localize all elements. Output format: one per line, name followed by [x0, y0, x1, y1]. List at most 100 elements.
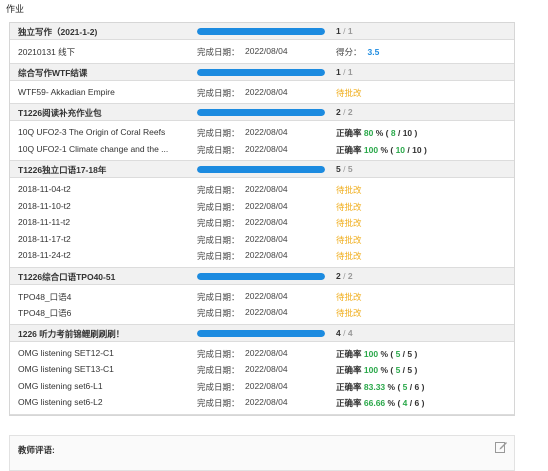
progress-total: 1: [347, 66, 353, 77]
group-title: 综合写作WTF结课: [18, 67, 88, 78]
accuracy: 正确率 66.66 % ( 4 / 6 ): [336, 398, 425, 408]
homework-row[interactable]: TPO48_口语6 完成日期： 2022/08/04 待批改: [10, 304, 514, 321]
group-title: 1226 听力考前锦鲤刷刷刷！: [18, 328, 125, 339]
date-label: 完成日期：: [197, 308, 240, 318]
date-value: 2022/08/04: [245, 347, 288, 358]
homework-row[interactable]: WTF59- Akkadian Empire 完成日期： 2022/08/04 …: [10, 84, 514, 101]
group-header[interactable]: T1226综合口语TPO40-51 2 / 2: [10, 267, 514, 285]
homework-row[interactable]: OMG listening set6-L1 完成日期： 2022/08/04 正…: [10, 378, 514, 395]
date-label: 完成日期：: [197, 185, 240, 195]
date-value: 2022/08/04: [245, 86, 288, 97]
date-value: 2022/08/04: [245, 380, 288, 391]
homework-name-link[interactable]: 2018-11-10-t2: [18, 201, 190, 211]
page-title: 作业: [6, 4, 25, 14]
group-header[interactable]: T1226阅读补充作业包 2 / 2: [10, 104, 514, 121]
date-value: 2022/08/04: [245, 364, 288, 374]
status-pending: 待批改: [336, 87, 362, 98]
homework-name-link[interactable]: 2018-11-04-t2: [18, 184, 190, 194]
progress-fill: [197, 109, 325, 116]
progress-count: 1 / 1: [336, 66, 353, 77]
homework-name-link[interactable]: 20210131 线下: [18, 46, 190, 58]
homework-row[interactable]: 20210131 线下 完成日期： 2022/08/04 得分： 3.5: [10, 43, 514, 60]
homework-row[interactable]: OMG listening SET13-C1 完成日期： 2022/08/04 …: [10, 361, 514, 378]
group-body: TPO48_口语4 完成日期： 2022/08/04 待批改 TPO48_口语6…: [10, 285, 514, 325]
progress-fill: [197, 166, 325, 173]
progress-bar: [197, 272, 325, 280]
homework-name-link[interactable]: TPO48_口语6: [18, 307, 190, 319]
homework-row[interactable]: 10Q UFO2-1 Climate change and the ... 完成…: [10, 141, 514, 158]
homework-name-link[interactable]: OMG listening set6-L1: [18, 381, 190, 391]
status-pending: 待批改: [336, 291, 362, 302]
date-label: 完成日期：: [197, 291, 240, 302]
homework-name-link[interactable]: OMG listening SET13-C1: [18, 364, 190, 374]
group-title: T1226综合口语TPO40-51: [18, 271, 116, 282]
group-body: OMG listening SET12-C1 完成日期： 2022/08/04 …: [10, 342, 514, 415]
progress-bar: [197, 68, 325, 76]
homework-row[interactable]: 10Q UFO2-3 The Origin of Coral Reefs 完成日…: [10, 124, 514, 141]
homework-row[interactable]: OMG listening SET12-C1 完成日期： 2022/08/04 …: [10, 345, 514, 362]
group-header[interactable]: 综合写作WTF结课 1 / 1: [10, 63, 514, 81]
homework-name-link[interactable]: 10Q UFO2-1 Climate change and the ...: [18, 144, 190, 154]
group-header[interactable]: 独立写作（2021-1-2) 1 / 1: [10, 23, 514, 40]
homework-row[interactable]: OMG listening set6-L2 完成日期： 2022/08/04 正…: [10, 394, 514, 411]
edit-icon[interactable]: [494, 440, 508, 454]
homework-row[interactable]: 2018-11-10-t2 完成日期： 2022/08/04 待批改: [10, 198, 514, 215]
date-value: 2022/08/04: [245, 184, 288, 194]
progress-fill: [197, 272, 325, 280]
date-label: 完成日期：: [197, 144, 240, 155]
date-label: 完成日期：: [197, 201, 240, 212]
accuracy-label: 正确率: [336, 365, 362, 375]
homework-row[interactable]: 2018-11-24-t2 完成日期： 2022/08/04 待批改: [10, 247, 514, 264]
progress-count: 5 / 5: [336, 164, 353, 174]
date-label: 完成日期：: [197, 87, 240, 98]
homework-row[interactable]: TPO48_口语4 完成日期： 2022/08/04 待批改: [10, 288, 514, 305]
homework-name-link[interactable]: 10Q UFO2-3 The Origin of Coral Reefs: [18, 127, 190, 137]
status-pending: 待批改: [336, 185, 362, 195]
accuracy-label: 正确率: [336, 348, 362, 359]
homework-name-link[interactable]: 2018-11-24-t2: [18, 250, 190, 260]
homework-row[interactable]: 2018-11-17-t2 完成日期： 2022/08/04 待批改: [10, 231, 514, 248]
progress-bar: [197, 329, 325, 337]
question-total: 10: [402, 128, 413, 138]
accuracy-label: 正确率: [336, 398, 362, 408]
group-header[interactable]: 1226 听力考前锦鲤刷刷刷！ 4 / 4: [10, 324, 514, 342]
progress-bar: [197, 28, 325, 35]
accuracy-label: 正确率: [336, 144, 362, 155]
date-value: 2022/08/04: [245, 233, 288, 244]
date-value: 2022/08/04: [245, 290, 288, 301]
progress-fill: [197, 329, 325, 337]
progress-count: 1 / 1: [336, 26, 353, 36]
accuracy: 正确率 100 % ( 5 / 5 ): [336, 348, 418, 359]
accuracy-label: 正确率: [336, 128, 362, 138]
accuracy: 正确率 100 % ( 5 / 5 ): [336, 365, 418, 375]
date-value: 2022/08/04: [245, 307, 288, 317]
homework-name-link[interactable]: 2018-11-11-t2: [18, 217, 190, 227]
homework-name-link[interactable]: OMG listening set6-L2: [18, 397, 190, 407]
correct-count: 10: [395, 144, 406, 155]
question-total: 10: [412, 144, 422, 155]
progress-total: 4: [347, 327, 353, 338]
group-header[interactable]: T1226独立口语17-18年 5 / 5: [10, 161, 514, 178]
teacher-comment-label: 教师评语:: [18, 445, 55, 455]
status-pending: 待批改: [336, 308, 362, 318]
progress-count: 2 / 2: [336, 107, 353, 117]
progress-count: 2 / 2: [336, 270, 353, 281]
group-title: T1226阅读补充作业包: [18, 108, 102, 118]
homework-name-link[interactable]: TPO48_口语4: [18, 291, 190, 303]
progress-bar: [197, 166, 325, 173]
status-pending: 待批改: [336, 201, 362, 212]
accuracy-label: 正确率: [336, 381, 362, 392]
group-body: 10Q UFO2-3 The Origin of Coral Reefs 完成日…: [10, 121, 514, 161]
date-value: 2022/08/04: [245, 127, 288, 137]
teacher-comment-box: 教师评语:: [9, 435, 515, 471]
homework-name-link[interactable]: WTF59- Akkadian Empire: [18, 87, 190, 97]
group-title: 独立写作（2021-1-2): [18, 27, 98, 37]
homework-row[interactable]: 2018-11-04-t2 完成日期： 2022/08/04 待批改: [10, 181, 514, 198]
accuracy-percent: 80: [363, 128, 374, 138]
date-value: 2022/08/04: [245, 143, 288, 154]
date-value: 2022/08/04: [245, 217, 288, 227]
homework-row[interactable]: 2018-11-11-t2 完成日期： 2022/08/04 待批改: [10, 214, 514, 231]
date-value: 2022/08/04: [245, 250, 288, 260]
homework-name-link[interactable]: OMG listening SET12-C1: [18, 348, 190, 358]
homework-name-link[interactable]: 2018-11-17-t2: [18, 234, 190, 244]
